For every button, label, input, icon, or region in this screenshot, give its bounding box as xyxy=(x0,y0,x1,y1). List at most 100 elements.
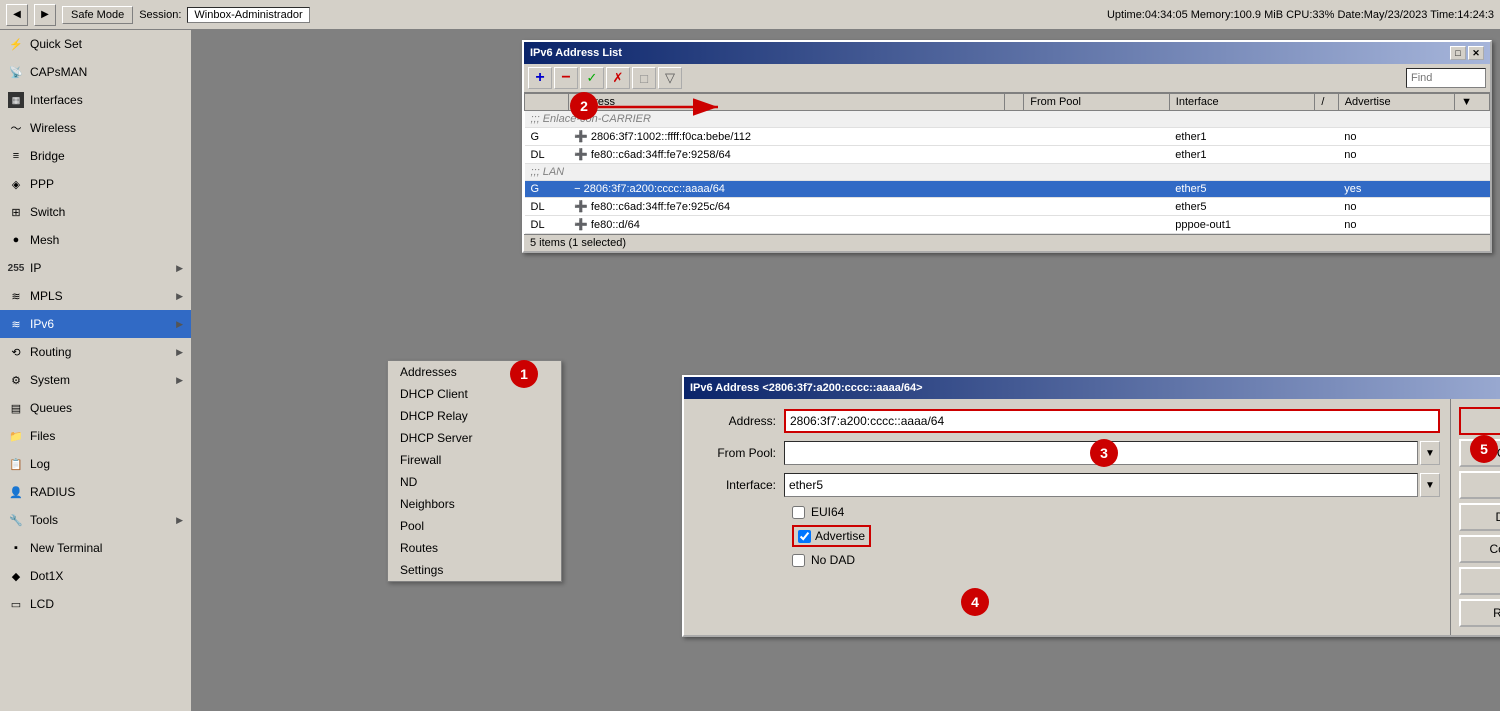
apply-button[interactable]: Apply xyxy=(1459,471,1500,499)
iface-4: ether5 xyxy=(1169,198,1315,216)
sidebar-item-ipv6[interactable]: ≋ IPv6 ▶ xyxy=(0,310,191,338)
sep2-4 xyxy=(1315,198,1338,216)
routing-arrow: ▶ xyxy=(176,347,183,358)
adv-4: no xyxy=(1338,198,1454,216)
add-button[interactable]: + xyxy=(528,67,552,89)
queues-icon: ▤ xyxy=(8,400,24,416)
tools-arrow: ▶ xyxy=(176,515,183,526)
remove-button[interactable]: − xyxy=(554,67,578,89)
sidebar-item-files[interactable]: 📁 Files xyxy=(0,422,191,450)
copy-dialog-button[interactable]: Copy xyxy=(1459,567,1500,595)
sidebar-item-mesh[interactable]: ● Mesh xyxy=(0,226,191,254)
copy-button[interactable]: □ xyxy=(632,67,656,89)
menu-item-settings[interactable]: Settings xyxy=(388,559,561,581)
sidebar-item-switch[interactable]: ⊞ Switch xyxy=(0,198,191,226)
menu-item-pool[interactable]: Pool xyxy=(388,515,561,537)
sidebar-item-system[interactable]: ⚙ System ▶ xyxy=(0,366,191,394)
menu-item-routes[interactable]: Routes xyxy=(388,537,561,559)
cross-button[interactable]: ✗ xyxy=(606,67,630,89)
advertise-label: Advertise xyxy=(815,529,865,543)
remove-button[interactable]: Remove xyxy=(1459,599,1500,627)
adv-1: no xyxy=(1338,128,1454,146)
ipv6-list-close[interactable]: ✕ xyxy=(1468,46,1484,60)
check-button[interactable]: ✓ xyxy=(580,67,604,89)
disable-button[interactable]: Disable xyxy=(1459,503,1500,531)
table-row[interactable]: G ➕ 2806:3f7:1002::ffff:f0ca:bebe/112 et… xyxy=(525,128,1490,146)
sidebar-item-quick-set[interactable]: ⚡ Quick Set xyxy=(0,30,191,58)
sidebar-item-routing[interactable]: ⟲ Routing ▶ xyxy=(0,338,191,366)
ip-arrow: ▶ xyxy=(176,263,183,274)
adv-3: yes xyxy=(1338,181,1454,198)
extra-3 xyxy=(1455,181,1490,198)
mesh-icon: ● xyxy=(8,232,24,248)
eui64-checkbox[interactable] xyxy=(792,506,805,519)
menu-item-addresses[interactable]: Addresses xyxy=(388,361,561,383)
sep2-1 xyxy=(1315,128,1338,146)
sidebar-item-capsman[interactable]: 📡 CAPsMAN xyxy=(0,58,191,86)
ipv6-address-table: Address From Pool Interface / Advertise … xyxy=(524,93,1490,234)
sidebar-item-interfaces[interactable]: ▦ Interfaces xyxy=(0,86,191,114)
menu-item-neighbors[interactable]: Neighbors xyxy=(388,493,561,515)
addr-5: ➕ fe80::d/64 xyxy=(568,216,1005,234)
address-input[interactable] xyxy=(784,409,1440,433)
ok-button[interactable]: OK xyxy=(1459,407,1500,435)
pool-1 xyxy=(1024,128,1170,146)
cancel-button[interactable]: Cancel xyxy=(1459,439,1500,467)
table-row[interactable]: DL ➕ fe80::d/64 pppoe-out1 no xyxy=(525,216,1490,234)
sidebar-item-log[interactable]: 📋 Log xyxy=(0,450,191,478)
sidebar-item-radius[interactable]: 👤 RADIUS xyxy=(0,478,191,506)
menu-item-dhcp-relay[interactable]: DHCP Relay xyxy=(388,405,561,427)
no-dad-checkbox[interactable] xyxy=(792,554,805,567)
interface-dropdown[interactable]: ▼ xyxy=(1420,473,1440,497)
menu-item-dhcp-server[interactable]: DHCP Server xyxy=(388,427,561,449)
sidebar-item-bridge[interactable]: ≡ Bridge xyxy=(0,142,191,170)
status-bar: Uptime:04:34:05 Memory:100.9 MiB CPU:33%… xyxy=(1107,9,1494,21)
system-icon: ⚙ xyxy=(8,372,24,388)
sidebar-label-ppp: PPP xyxy=(30,177,183,191)
menu-item-firewall[interactable]: Firewall xyxy=(388,449,561,471)
context-menu: Addresses DHCP Client DHCP Relay DHCP Se… xyxy=(387,360,562,582)
addr-3: − 2806:3f7:a200:cccc::aaaa/64 xyxy=(568,181,1005,198)
iface-5: pppoe-out1 xyxy=(1169,216,1315,234)
sidebar-item-ip[interactable]: 255 IP ▶ xyxy=(0,254,191,282)
sidebar-item-ppp[interactable]: ◈ PPP xyxy=(0,170,191,198)
sidebar-item-wireless[interactable]: 〜 Wireless xyxy=(0,114,191,142)
pool-2 xyxy=(1024,146,1170,164)
interface-input[interactable] xyxy=(784,473,1418,497)
switch-icon: ⊞ xyxy=(8,204,24,220)
filter-button[interactable]: ▽ xyxy=(658,67,682,89)
sidebar-label-ipv6: IPv6 xyxy=(30,317,170,331)
advertise-checkbox[interactable] xyxy=(798,530,811,543)
session-value: Winbox-Administrador xyxy=(187,7,309,23)
table-row-selected[interactable]: G − 2806:3f7:a200:cccc::aaaa/64 ether5 y… xyxy=(525,181,1490,198)
sidebar-label-interfaces: Interfaces xyxy=(30,93,183,107)
table-row[interactable]: DL ➕ fe80::c6ad:34ff:fe7e:9258/64 ether1… xyxy=(525,146,1490,164)
sidebar-item-mpls[interactable]: ≋ MPLS ▶ xyxy=(0,282,191,310)
col-from-pool: From Pool xyxy=(1024,94,1170,111)
find-input[interactable] xyxy=(1406,68,1486,88)
sidebar-item-lcd[interactable]: ▭ LCD xyxy=(0,590,191,618)
ipv6-icon: ≋ xyxy=(8,316,24,332)
sidebar-item-dot1x[interactable]: ◆ Dot1X xyxy=(0,562,191,590)
from-pool-dropdown[interactable]: ▼ xyxy=(1420,441,1440,465)
ipv6-address-list-window: IPv6 Address List □ ✕ + − ✓ ✗ □ ▽ xyxy=(522,40,1492,253)
interface-label: Interface: xyxy=(694,478,784,492)
sidebar-item-tools[interactable]: 🔧 Tools ▶ xyxy=(0,506,191,534)
addr-4: ➕ fe80::c6ad:34ff:fe7e:925c/64 xyxy=(568,198,1005,216)
menu-item-dhcp-client[interactable]: DHCP Client xyxy=(388,383,561,405)
content-area: IPv6 Address List □ ✕ + − ✓ ✗ □ ▽ xyxy=(192,30,1500,711)
back-button[interactable]: ◀ xyxy=(6,4,28,26)
routing-icon: ⟲ xyxy=(8,344,24,360)
comment-button[interactable]: Comment xyxy=(1459,535,1500,563)
sidebar-item-new-terminal[interactable]: ▪ New Terminal xyxy=(0,534,191,562)
menu-item-nd[interactable]: ND xyxy=(388,471,561,493)
forward-button[interactable]: ▶ xyxy=(34,4,56,26)
sidebar-item-queues[interactable]: ▤ Queues xyxy=(0,394,191,422)
safe-mode-button[interactable]: Safe Mode xyxy=(62,6,133,24)
col-interface: Interface xyxy=(1169,94,1315,111)
ipv6-list-minimize[interactable]: □ xyxy=(1450,46,1466,60)
ipv6-dialog-titlebar: IPv6 Address <2806:3f7:a200:cccc::aaaa/6… xyxy=(684,377,1500,399)
table-row[interactable]: DL ➕ fe80::c6ad:34ff:fe7e:925c/64 ether5… xyxy=(525,198,1490,216)
iface-1: ether1 xyxy=(1169,128,1315,146)
from-pool-input[interactable] xyxy=(784,441,1418,465)
